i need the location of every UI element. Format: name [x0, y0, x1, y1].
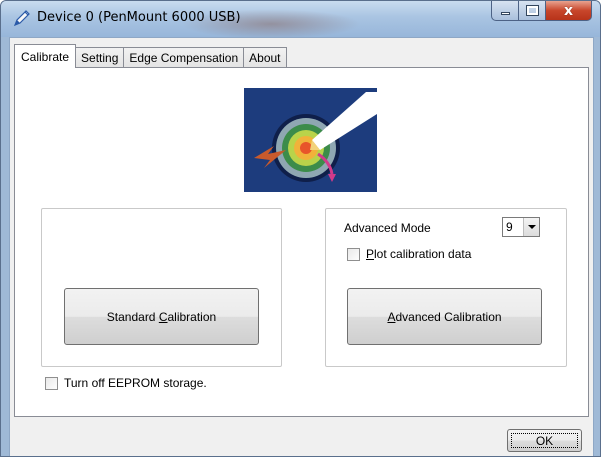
tab-setting[interactable]: Setting [75, 47, 125, 68]
advanced-mode-label: Advanced Mode [344, 221, 431, 235]
advanced-calibration-button[interactable]: Advanced Calibration [347, 288, 542, 345]
standard-calibration-group: Standard Calibration [41, 208, 282, 367]
pen-icon [13, 10, 30, 27]
dialog-window: Device 0 (PenMount 6000 USB) x Calibrate… [0, 0, 601, 457]
eeprom-storage-label: Turn off EEPROM storage. [64, 376, 207, 390]
chevron-down-icon[interactable] [523, 218, 539, 236]
eeprom-storage-checkbox-row[interactable]: Turn off EEPROM storage. [45, 376, 207, 390]
plot-calibration-data-checkbox[interactable] [347, 247, 360, 261]
standard-calibration-label: Standard Calibration [106, 309, 217, 324]
focus-ring [511, 433, 578, 448]
plot-calibration-data-checkbox-row[interactable]: Plot calibration data [347, 247, 471, 261]
close-icon: x [563, 2, 574, 19]
ok-button[interactable]: OK [507, 429, 582, 452]
advanced-calibration-label: Advanced Calibration [387, 309, 502, 324]
minimize-icon [500, 12, 510, 15]
tab-edge-compensation[interactable]: Edge Compensation [123, 47, 245, 68]
caption-buttons: x [491, 1, 592, 21]
tab-about[interactable]: About [243, 47, 287, 68]
tab-calibrate[interactable]: Calibrate [14, 44, 77, 68]
close-button[interactable]: x [546, 1, 592, 21]
window-title: Device 0 (PenMount 6000 USB) [37, 10, 241, 25]
dialog-client-area: Calibrate Setting Edge Compensation Abou… [9, 37, 594, 456]
advanced-mode-value: 9 [506, 220, 513, 234]
minimize-button[interactable] [491, 1, 519, 21]
calibrate-tab-panel: Standard Calibration Advanced Mode 9 Plo… [14, 67, 589, 417]
calibration-target-logo [244, 88, 377, 192]
tab-strip: Calibrate Setting Edge Compensation Abou… [14, 44, 287, 68]
maximize-button[interactable] [519, 1, 546, 21]
maximize-icon [525, 5, 539, 16]
title-bar[interactable]: Device 0 (PenMount 6000 USB) x [1, 1, 600, 39]
standard-calibration-button[interactable]: Standard Calibration [64, 288, 259, 345]
advanced-mode-select[interactable]: 9 [502, 217, 540, 237]
eeprom-storage-checkbox[interactable] [45, 376, 58, 390]
plot-calibration-data-label: Plot calibration data [366, 247, 472, 261]
advanced-calibration-group: Advanced Mode 9 Plot calibration data Ad… [325, 208, 567, 367]
